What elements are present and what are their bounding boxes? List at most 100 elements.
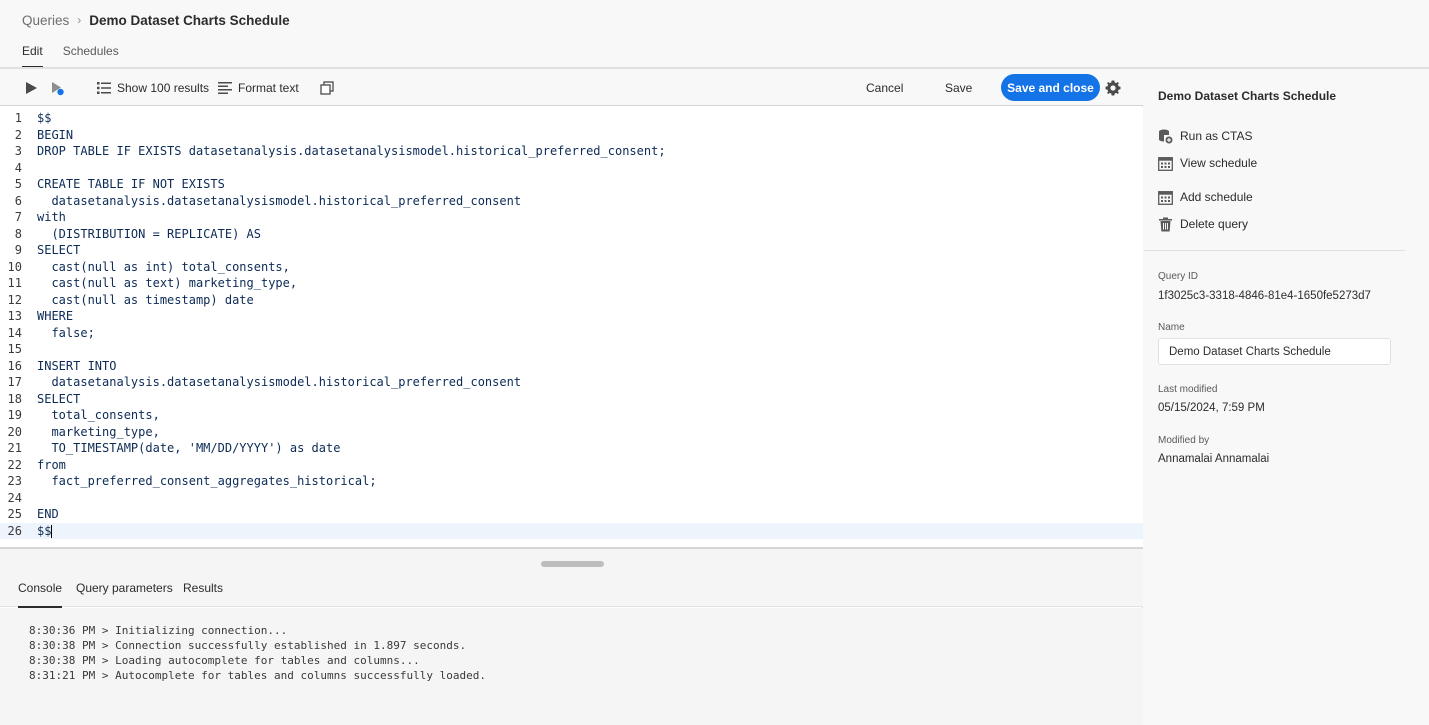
code-line[interactable]: 12 cast(null as timestamp) date xyxy=(0,292,1143,309)
code-line[interactable]: 25 END xyxy=(0,506,1143,523)
line-number: 26 xyxy=(7,523,22,538)
view-schedule-label: View schedule xyxy=(1180,156,1258,170)
page-title: Demo Dataset Charts Schedule xyxy=(89,12,290,28)
code-text: false; xyxy=(37,325,95,340)
code-text: fact_preferred_consent_aggregates_histor… xyxy=(37,474,377,488)
console-line: 8:30:38 PM > Loading autocomplete for ta… xyxy=(29,654,420,667)
last-modified-label: Last modified xyxy=(1158,384,1218,395)
code-text: with xyxy=(37,210,66,224)
delete-query-label: Delete query xyxy=(1180,217,1249,231)
line-number: 15 xyxy=(7,342,22,356)
code-line[interactable]: 9 SELECT xyxy=(0,242,1143,259)
view-schedule-button[interactable]: View schedule xyxy=(1158,153,1257,173)
code-text: $$ xyxy=(37,523,53,538)
code-line[interactable]: 17 datasetanalysis.datasetanalysismodel.… xyxy=(0,374,1143,391)
code-line[interactable]: 4 xyxy=(0,160,1143,177)
line-number: 3 xyxy=(14,144,22,158)
code-line[interactable]: 22 from xyxy=(0,457,1143,474)
code-text: datasetanalysis.datasetanalysismodel.his… xyxy=(37,193,522,208)
code-line[interactable]: 24 xyxy=(0,490,1143,507)
tab-query-parameters[interactable]: Query parameters xyxy=(76,581,173,607)
code-line[interactable]: 26 $$ xyxy=(0,522,1143,539)
line-number: 10 xyxy=(7,259,22,274)
line-number: 1 xyxy=(14,111,22,125)
code-line[interactable]: 23 fact_preferred_consent_aggregates_his… xyxy=(0,473,1143,490)
tab-console[interactable]: Console xyxy=(18,581,63,608)
delete-query-button[interactable]: Delete query xyxy=(1158,214,1248,234)
run-selected-button[interactable] xyxy=(51,78,65,98)
line-number: 17 xyxy=(7,375,22,389)
code-line[interactable]: 2 BEGIN xyxy=(0,127,1143,144)
calendar-icon xyxy=(1158,156,1173,171)
run-as-ctas-button[interactable]: Run as CTAS xyxy=(1158,126,1252,146)
code-text: INSERT INTO xyxy=(37,358,117,373)
code-line[interactable]: 13 WHERE xyxy=(0,308,1143,325)
trash-icon xyxy=(1159,217,1172,231)
text-align-icon xyxy=(218,82,232,94)
database-add-icon xyxy=(1159,129,1173,143)
run-query-button[interactable] xyxy=(24,78,38,98)
line-number: 14 xyxy=(7,325,22,340)
code-line[interactable]: 10 cast(null as int) total_consents, xyxy=(0,259,1143,276)
format-text-button[interactable]: Format text xyxy=(218,78,299,98)
line-number: 11 xyxy=(7,276,22,290)
run-as-ctas-label: Run as CTAS xyxy=(1180,129,1253,143)
code-line[interactable]: 18 SELECT xyxy=(0,391,1143,408)
breadcrumb-queries-link[interactable]: Queries xyxy=(22,13,69,28)
line-number: 25 xyxy=(7,507,22,521)
cancel-button[interactable]: Cancel xyxy=(866,78,903,98)
code-line[interactable]: 3 DROP TABLE IF EXISTS datasetanalysis.da… xyxy=(0,143,1143,160)
list-icon xyxy=(97,82,111,94)
code-text: SELECT xyxy=(37,391,81,406)
code-line[interactable]: 16 INSERT INTO xyxy=(0,358,1143,375)
add-schedule-button[interactable]: Add schedule xyxy=(1158,187,1253,207)
save-and-close-button[interactable]: Save and close xyxy=(1001,74,1100,101)
copy-button[interactable] xyxy=(320,78,334,98)
format-text-label: Format text xyxy=(238,81,299,95)
copy-icon xyxy=(320,81,334,95)
code-line[interactable]: 5 CREATE TABLE IF NOT EXISTS xyxy=(0,176,1143,193)
tab-results[interactable]: Results xyxy=(183,581,223,607)
code-line[interactable]: 21 TO_TIMESTAMP(date, 'MM/DD/YYYY') as d… xyxy=(0,440,1143,457)
bottom-tabs: Console Query parameters Results xyxy=(0,581,1143,608)
code-text: total_consents, xyxy=(37,408,160,422)
breadcrumb: Queries › Demo Dataset Charts Schedule xyxy=(22,11,290,29)
last-modified-value: 05/15/2024, 7:59 PM xyxy=(1158,402,1265,414)
run-selected-icon xyxy=(52,81,64,95)
tab-console-label: Console xyxy=(18,581,63,595)
settings-button[interactable] xyxy=(1105,80,1121,96)
show-results-button[interactable]: Show 100 results xyxy=(97,78,209,98)
play-icon xyxy=(26,82,37,94)
code-text: SELECT xyxy=(37,243,81,257)
code-line[interactable]: 15 xyxy=(0,341,1143,358)
line-number: 12 xyxy=(7,292,22,307)
code-line[interactable]: 20 marketing_type, xyxy=(0,424,1143,441)
sql-editor[interactable]: 1 $$ 2 BEGIN 3 DROP TABLE IF EXISTS datasetan… xyxy=(0,107,1143,547)
line-number: 19 xyxy=(7,408,22,422)
code-line[interactable]: 1 $$ xyxy=(0,110,1143,127)
line-number: 6 xyxy=(14,193,22,208)
console-output: 8:30:36 PM > Initializing connection... … xyxy=(0,608,1143,725)
line-number: 7 xyxy=(14,210,22,224)
code-line[interactable]: 7 with xyxy=(0,209,1143,226)
line-number: 16 xyxy=(7,358,22,373)
code-line[interactable]: 8 (DISTRIBUTION = REPLICATE) AS xyxy=(0,226,1143,243)
add-schedule-label: Add schedule xyxy=(1180,190,1253,204)
tab-edit[interactable]: Edit xyxy=(22,44,43,68)
code-line[interactable]: 19 total_consents, xyxy=(0,407,1143,424)
name-field[interactable] xyxy=(1158,338,1391,365)
line-number: 9 xyxy=(14,243,22,257)
tab-schedules[interactable]: Schedules xyxy=(63,44,119,68)
code-line[interactable]: 14 false; xyxy=(0,325,1143,342)
code-text: TO_TIMESTAMP(date, 'MM/DD/YYYY') as date xyxy=(37,441,341,455)
gear-icon xyxy=(1105,80,1121,96)
code-text: WHERE xyxy=(37,309,74,323)
console-line: 8:31:21 PM > Autocomplete for tables and… xyxy=(29,669,486,682)
name-label: Name xyxy=(1158,322,1185,333)
save-button[interactable]: Save xyxy=(945,78,972,98)
code-line[interactable]: 6 datasetanalysis.datasetanalysismodel.h… xyxy=(0,193,1143,210)
code-line[interactable]: 11 cast(null as text) marketing_type, xyxy=(0,275,1143,292)
splitter-handle[interactable] xyxy=(541,561,604,567)
console-line: 8:30:36 PM > Initializing connection... xyxy=(29,624,288,637)
line-number: 2 xyxy=(14,127,22,142)
